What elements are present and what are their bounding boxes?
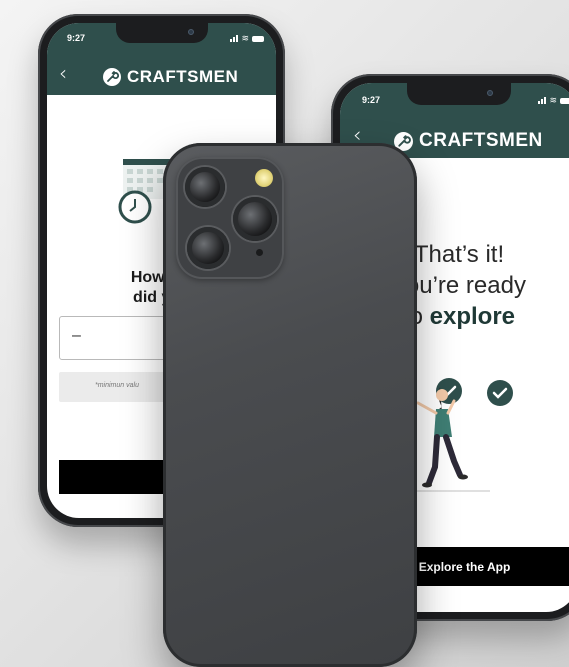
- headline-bold: explore: [429, 303, 516, 330]
- battery-icon: [252, 36, 264, 42]
- camera-module: [176, 157, 284, 279]
- microphone-dot-icon: [256, 249, 263, 256]
- left-status-time: 9:27: [67, 33, 86, 43]
- signal-icon: [538, 97, 547, 104]
- left-notch: [115, 23, 208, 43]
- right-brand: CRAFTSMEN: [394, 130, 543, 152]
- left-status-icons: ≋: [230, 33, 264, 43]
- camera-lens-icon: [185, 167, 225, 207]
- camera-lens-icon: [187, 227, 229, 269]
- camera-lens-icon: [233, 197, 277, 241]
- input-value: –: [72, 327, 81, 344]
- wifi-icon: ≋: [241, 33, 249, 43]
- battery-icon: [560, 98, 569, 104]
- right-notch: [407, 83, 511, 105]
- check-circle-icon: [487, 380, 513, 406]
- wifi-icon: ≋: [549, 95, 557, 105]
- phone-back-side: [163, 143, 417, 667]
- right-brand-name: CRAFTSMEN: [419, 130, 543, 151]
- right-status-time: 9:27: [362, 95, 381, 105]
- left-app-header: 9:27 ≋ ‹ CRAFTSMEN: [47, 23, 276, 95]
- hint-text: *minimun valu: [95, 382, 139, 389]
- right-status-icons: ≋: [538, 95, 569, 105]
- signal-icon: [230, 35, 239, 42]
- flash-icon: [255, 169, 273, 187]
- wrench-logo-icon: [103, 68, 121, 86]
- left-brand: CRAFTSMEN: [103, 67, 238, 87]
- front-camera-icon: [187, 29, 194, 35]
- left-brand-name: CRAFTSMEN: [127, 67, 239, 86]
- back-chevron-icon[interactable]: ‹: [59, 61, 67, 85]
- front-camera-icon: [487, 90, 493, 96]
